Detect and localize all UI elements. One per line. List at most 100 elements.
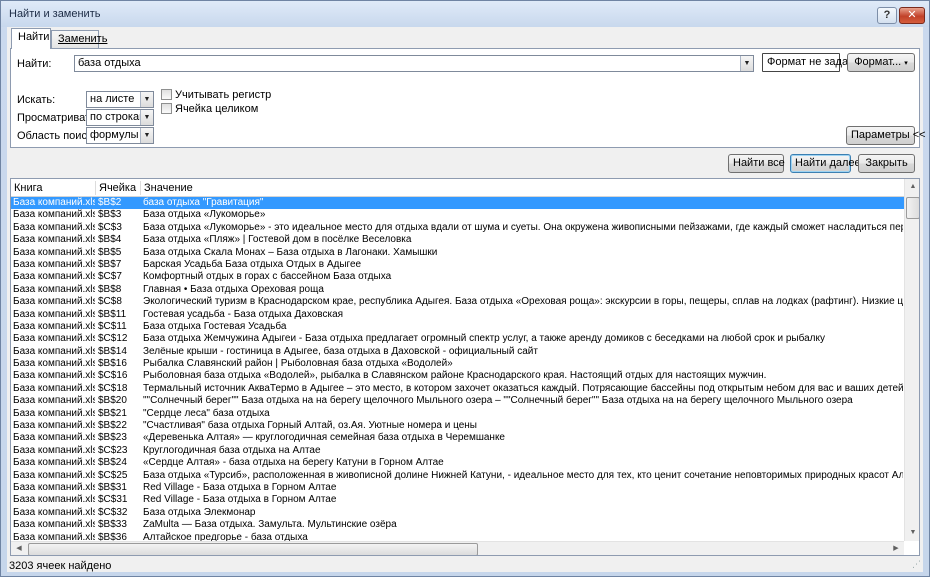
row-value: Гостевая усадьба - База отдыха Даховская bbox=[143, 308, 344, 320]
table-row[interactable]: База компаний.xlsx $C$3 База отдыха «Луком… bbox=[11, 222, 904, 234]
entire-cell-checkbox[interactable] bbox=[161, 103, 172, 114]
row-cell: $C$31 bbox=[98, 494, 128, 506]
column-divider[interactable] bbox=[140, 181, 141, 195]
table-row[interactable]: База компаний.xlsx $C$16 Рыболовная база о… bbox=[11, 370, 904, 382]
row-value: База отдыха «Турсиб», расположенная в жи… bbox=[143, 469, 903, 481]
find-all-button[interactable]: Найти все bbox=[728, 154, 785, 173]
table-row[interactable]: База компаний.xlsx $B$23 «Деревенька Алтая… bbox=[11, 432, 904, 444]
row-cell: $B$2 bbox=[98, 197, 122, 208]
table-row[interactable]: База компаний.xlsx $C$8 Экологический тури… bbox=[11, 296, 904, 308]
row-value: База отдыха Гостевая Усадьба bbox=[143, 320, 287, 332]
row-cell: $B$4 bbox=[98, 234, 122, 246]
dropdown-arrow-icon[interactable]: ▼ bbox=[140, 92, 153, 107]
table-row[interactable]: База компаний.xlsx $C$12 База отдыха Жемчу… bbox=[11, 333, 904, 345]
find-next-button[interactable]: Найти далее bbox=[790, 154, 861, 173]
within-value: на листе bbox=[90, 93, 135, 105]
row-cell: $C$32 bbox=[98, 506, 128, 518]
table-row[interactable]: База компаний.xlsx $C$31 Red Village - Баз… bbox=[11, 494, 904, 506]
row-value: Зелёные крыши - гостиница в Адыгее, база… bbox=[143, 345, 538, 357]
row-cell: $B$24 bbox=[98, 457, 127, 469]
table-row[interactable]: База компаний.xlsx $B$7 Барская Усадьба Ба… bbox=[11, 259, 904, 271]
table-row[interactable]: База компаний.xlsx $B$21 "Сердце леса" баз… bbox=[11, 408, 904, 420]
options-toggle-button[interactable]: Параметры << bbox=[846, 126, 926, 145]
tab-find[interactable]: Найти bbox=[11, 28, 51, 49]
row-value: Экологический туризм в Краснодарском кра… bbox=[143, 296, 903, 308]
row-book: База компаний.xlsx bbox=[13, 382, 95, 394]
table-row[interactable]: База компаний.xlsx $B$4 База отдыха «Пляж»… bbox=[11, 234, 904, 246]
row-value: База отдыха Скала Монах – База отдыха в … bbox=[143, 246, 438, 258]
format-status-box: Формат не задан bbox=[762, 53, 854, 72]
format-button[interactable]: Формат... ▾ bbox=[847, 53, 915, 72]
table-row[interactable]: База компаний.xlsx $B$16 Рыбалка Славянски… bbox=[11, 358, 904, 370]
row-cell: $B$7 bbox=[98, 258, 122, 270]
row-value: ""Солнечный берег"" База отдыха на на бе… bbox=[143, 395, 853, 407]
scroll-up-icon[interactable]: ▲ bbox=[905, 179, 919, 195]
column-divider[interactable] bbox=[95, 181, 96, 195]
vertical-scroll-thumb[interactable] bbox=[906, 197, 919, 219]
table-row[interactable]: База компаний.xlsx $B$22 "Счастливая" база… bbox=[11, 420, 904, 432]
table-row[interactable]: База компаний.xlsx $B$8 Главная • База отд… bbox=[11, 284, 904, 296]
table-row[interactable]: База компаний.xlsx $C$18 Термальный источн… bbox=[11, 383, 904, 395]
table-row[interactable]: База компаний.xlsx $C$23 Круглогодичная ба… bbox=[11, 445, 904, 457]
row-book: База компаний.xlsx bbox=[13, 209, 95, 221]
table-row[interactable]: База компаний.xlsx $B$2 база отдыха "Грави… bbox=[11, 197, 904, 210]
tab-replace-label: Заменить bbox=[58, 33, 108, 45]
horizontal-scrollbar[interactable]: ◀ ▶ bbox=[11, 541, 904, 555]
title-bar[interactable]: Найти и заменить ? ✕ bbox=[1, 1, 929, 27]
horizontal-scroll-thumb[interactable] bbox=[28, 543, 478, 555]
scroll-down-icon[interactable]: ▼ bbox=[905, 525, 919, 541]
table-row[interactable]: База компаний.xlsx $B$5 База отдыха Скала … bbox=[11, 247, 904, 259]
tab-find-label: Найти bbox=[18, 31, 50, 43]
dropdown-arrow-icon[interactable]: ▼ bbox=[140, 128, 153, 143]
resize-grip-icon[interactable]: ⋰ bbox=[912, 559, 921, 570]
row-value: База отдыха Жемчужина Адыгеи - База отды… bbox=[143, 333, 825, 345]
row-value: Red Village - База отдыха в Горном Алтае bbox=[143, 481, 337, 493]
table-row[interactable]: База компаний.xlsx $B$20 ""Солнечный берег… bbox=[11, 395, 904, 407]
row-value: «Сердце Алтая» - база отдыха на берегу К… bbox=[143, 457, 444, 469]
vertical-scrollbar[interactable]: ▲ ▼ bbox=[904, 179, 919, 541]
table-row[interactable]: База компаний.xlsx $B$14 Зелёные крыши - г… bbox=[11, 346, 904, 358]
results-list[interactable]: Книга Ячейка Значение База компаний.xlsx… bbox=[10, 178, 920, 556]
column-header-cell[interactable]: Ячейка bbox=[99, 182, 136, 194]
table-row[interactable]: База компаний.xlsx $B$11 Гостевая усадьба … bbox=[11, 309, 904, 321]
find-what-input[interactable]: база отдыха ▼ bbox=[74, 55, 754, 72]
row-book: База компаний.xlsx bbox=[13, 246, 95, 258]
table-row[interactable]: База компаний.xlsx $B$3 База отдыха «Луком… bbox=[11, 209, 904, 221]
scroll-left-icon[interactable]: ◀ bbox=[11, 542, 27, 555]
scroll-right-icon[interactable]: ▶ bbox=[888, 542, 904, 555]
table-row[interactable]: База компаний.xlsx $C$11 База отдыха Госте… bbox=[11, 321, 904, 333]
row-book: База компаний.xlsx bbox=[13, 407, 95, 419]
row-value: Круглогодичная база отдыха на Алтае bbox=[143, 444, 321, 456]
lookin-select[interactable]: формулы ▼ bbox=[86, 127, 154, 144]
table-row[interactable]: База компаний.xlsx $B$24 «Сердце Алтая» - … bbox=[11, 457, 904, 469]
row-value: База отдыха «Лукоморье» bbox=[143, 209, 266, 221]
dropdown-arrow-icon[interactable]: ▼ bbox=[140, 110, 153, 125]
column-header-value[interactable]: Значение bbox=[144, 182, 193, 194]
row-value: Главная • База отдыха Ореховая роща bbox=[143, 283, 324, 295]
table-row[interactable]: База компаний.xlsx $C$32 База отдыха Элекм… bbox=[11, 507, 904, 519]
match-case-checkbox[interactable] bbox=[161, 89, 172, 100]
tab-replace[interactable]: Заменить bbox=[51, 30, 107, 48]
row-book: База компаний.xlsx bbox=[13, 197, 95, 208]
table-row[interactable]: База компаний.xlsx $C$7 Комфортный отдых в… bbox=[11, 271, 904, 283]
row-book: База компаний.xlsx bbox=[13, 283, 95, 295]
within-select[interactable]: на листе ▼ bbox=[86, 91, 154, 108]
table-row[interactable]: База компаний.xlsx $B$31 Red Village - Баз… bbox=[11, 482, 904, 494]
row-cell: $C$23 bbox=[98, 444, 128, 456]
table-row[interactable]: База компаний.xlsx $C$25 База отдыха «Турс… bbox=[11, 470, 904, 482]
column-header-book[interactable]: Книга bbox=[14, 182, 43, 194]
close-window-button[interactable]: ✕ bbox=[899, 7, 925, 24]
table-row[interactable]: База компаний.xlsx $B$33 ZaMulta — База от… bbox=[11, 519, 904, 531]
help-button[interactable]: ? bbox=[877, 7, 897, 24]
row-value: Рыбалка Славянский район | Рыболовная ба… bbox=[143, 358, 453, 370]
row-book: База компаний.xlsx bbox=[13, 345, 95, 357]
search-select[interactable]: по строкам ▼ bbox=[86, 109, 154, 126]
within-label: Искать: bbox=[17, 94, 56, 106]
row-book: База компаний.xlsx bbox=[13, 296, 95, 308]
row-cell: $B$21 bbox=[98, 407, 127, 419]
close-button[interactable]: Закрыть bbox=[858, 154, 915, 173]
row-book: База компаний.xlsx bbox=[13, 258, 95, 270]
row-cell: $C$16 bbox=[98, 370, 128, 382]
row-book: База компаний.xlsx bbox=[13, 444, 95, 456]
dropdown-arrow-icon[interactable]: ▼ bbox=[740, 56, 753, 71]
